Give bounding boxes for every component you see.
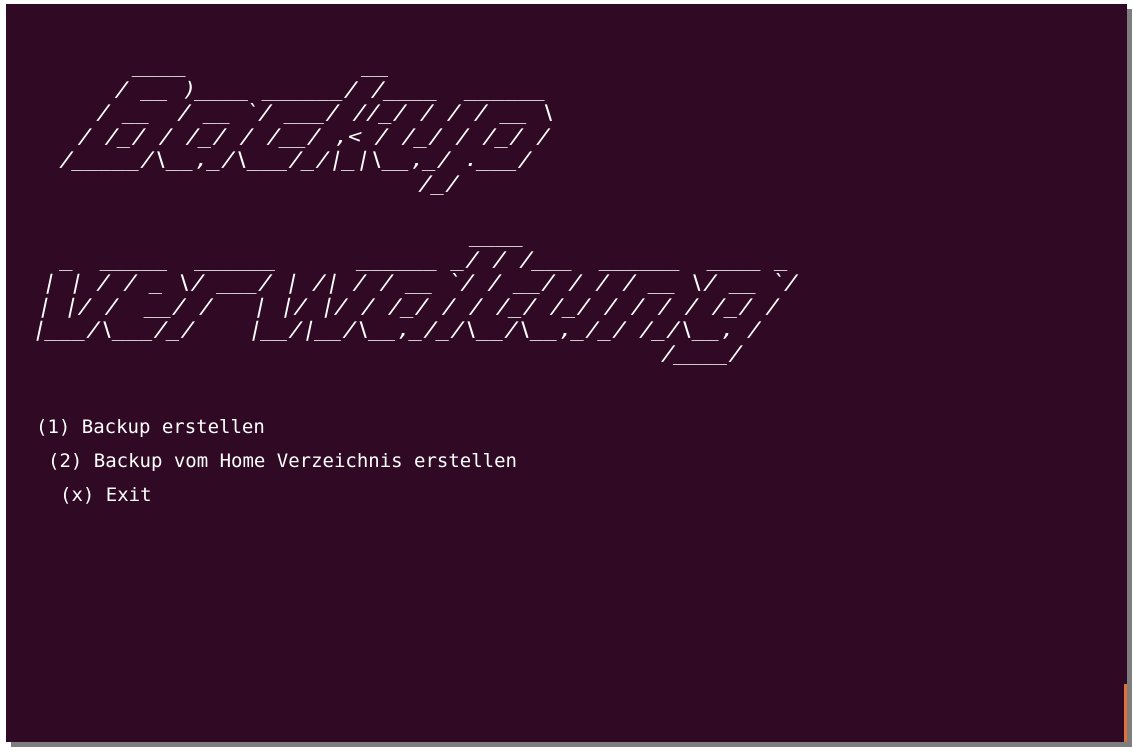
screenshot-frame: ____ __ / __ )____ ______/ /____ ______ … [0, 0, 1133, 753]
menu-list: (1) Backup erstellen (2) Backup vom Home… [36, 410, 517, 512]
menu-option-1[interactable]: (1) Backup erstellen [36, 410, 517, 444]
menu-option-2[interactable]: (2) Backup vom Home Verzeichnis erstelle… [36, 444, 517, 478]
ascii-banner-verwaltung: ____ _ _____ ______ ______ _/ / /___ ___… [12, 223, 801, 365]
terminal-cursor [1124, 684, 1127, 742]
menu-option-exit[interactable]: (x) Exit [36, 478, 517, 512]
terminal-window[interactable]: ____ __ / __ )____ ______/ /____ ______ … [6, 4, 1127, 742]
ascii-banner-backup: ____ __ / __ )____ ______/ /____ ______ … [12, 53, 559, 195]
